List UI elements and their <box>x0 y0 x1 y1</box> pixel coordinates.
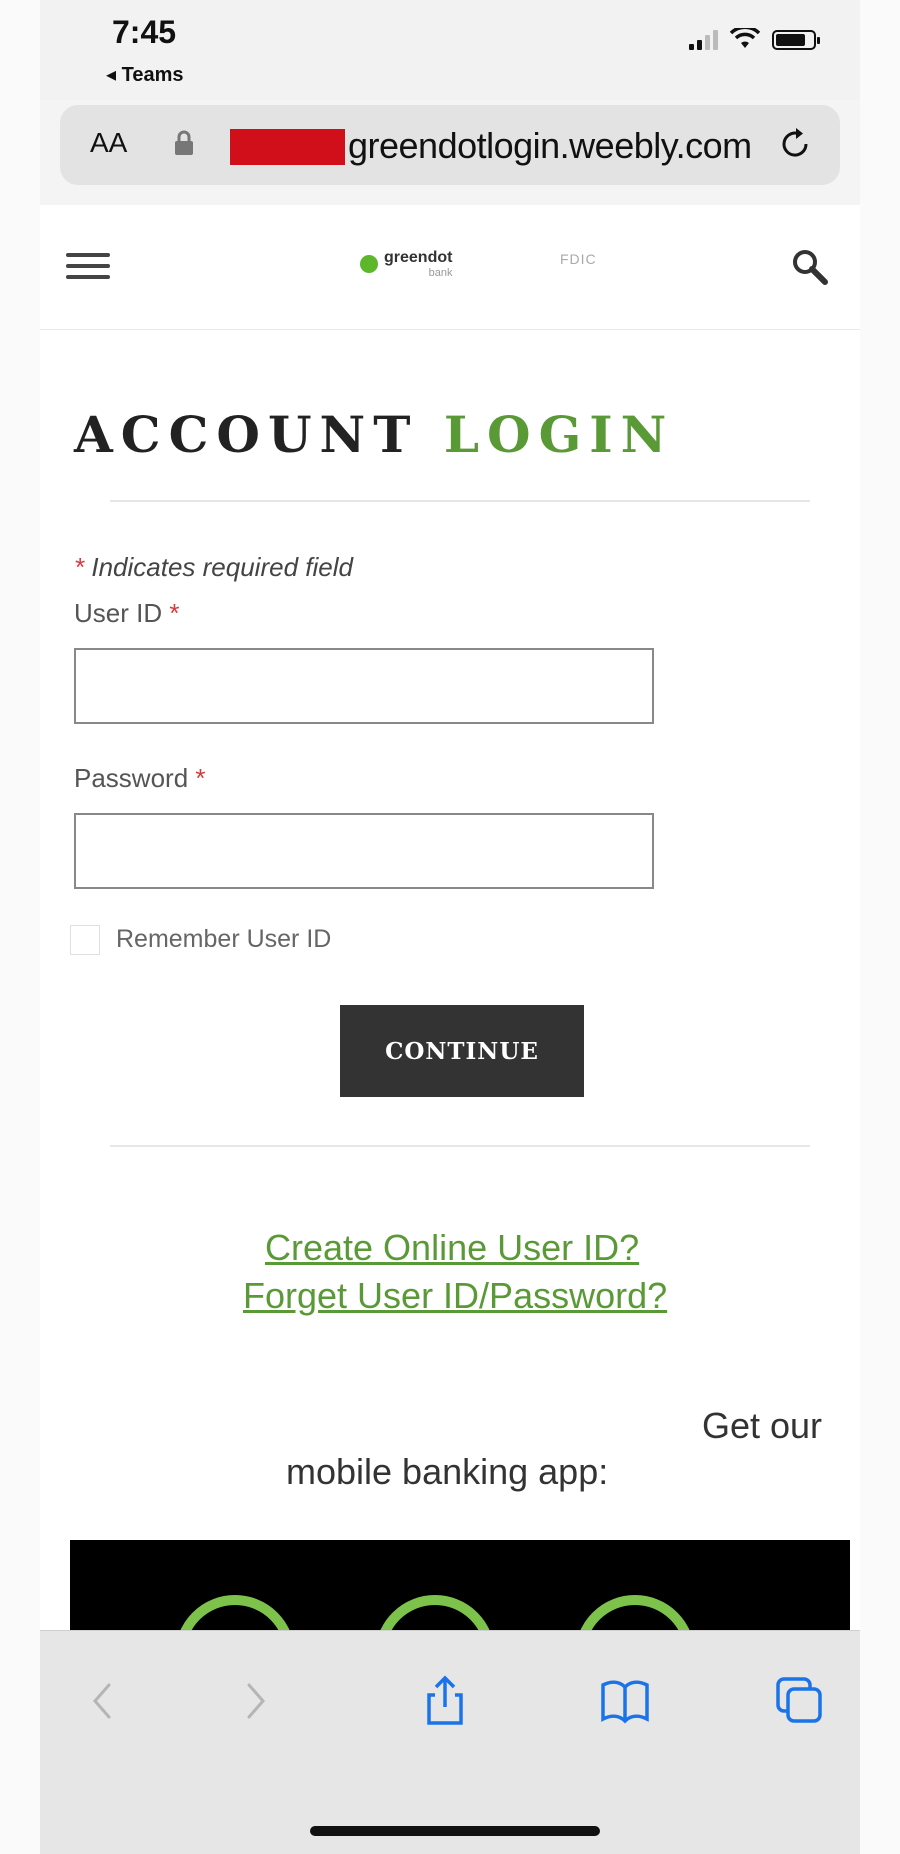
tabs-icon[interactable] <box>770 1671 830 1731</box>
reload-icon[interactable] <box>776 125 814 163</box>
browser-toolbar <box>40 1630 860 1854</box>
bottom-divider <box>110 1145 810 1147</box>
forward-icon[interactable] <box>225 1671 285 1731</box>
title-account: ACCOUNT <box>74 405 419 464</box>
redaction-box <box>230 129 345 165</box>
status-time: 7:45 <box>112 14 177 50</box>
required-note: * Indicates required field <box>74 552 353 583</box>
remember-user-id-label[interactable]: Remember User ID <box>116 925 331 954</box>
user-id-label-text: User ID <box>74 598 163 628</box>
wifi-icon <box>730 28 760 48</box>
edge-right <box>860 0 900 1854</box>
back-icon[interactable] <box>75 1671 135 1731</box>
create-user-id-link[interactable]: Create Online User ID? <box>265 1227 639 1269</box>
logo-subtext: bank <box>428 267 453 279</box>
bookmarks-icon[interactable] <box>595 1671 655 1731</box>
text-size-button[interactable]: AA <box>90 127 127 159</box>
site-header: greendot bank FDIC <box>40 205 860 330</box>
forget-credentials-link[interactable]: Forget User ID/Password? <box>243 1275 667 1317</box>
cellular-signal-icon <box>689 28 718 50</box>
share-icon[interactable] <box>415 1671 475 1731</box>
battery-icon <box>772 30 820 50</box>
url-text[interactable]: greendotlogin.weebly.com <box>348 125 752 167</box>
required-star: * <box>74 552 85 582</box>
required-note-text: Indicates required field <box>84 552 353 582</box>
web-page: greendot bank FDIC ACCOUNT LOGIN * Indic… <box>40 205 860 1650</box>
top-divider <box>110 500 810 502</box>
fdic-badge: FDIC <box>560 251 597 267</box>
menu-icon[interactable] <box>66 253 110 283</box>
phone-screen: 7:45 ◂ Teams AA greendotlogin.weebly.com <box>0 0 900 1854</box>
logo-dot-icon <box>360 255 378 273</box>
remember-user-id-checkbox[interactable] <box>70 925 100 955</box>
logo-text: greendot <box>384 249 453 266</box>
address-bar[interactable]: AA greendotlogin.weebly.com <box>60 105 840 185</box>
page-title: ACCOUNT LOGIN <box>74 405 674 464</box>
back-to-app-link[interactable]: ◂ Teams <box>106 62 183 87</box>
status-bar: 7:45 ◂ Teams <box>40 0 860 100</box>
continue-button[interactable]: CONTINUE <box>340 1005 584 1097</box>
promo-line2: mobile banking app: <box>286 1451 609 1492</box>
home-indicator[interactable] <box>310 1826 600 1836</box>
password-label-text: Password <box>74 763 189 793</box>
edge-left <box>0 0 40 1854</box>
password-required-star: * <box>195 763 206 793</box>
lock-icon <box>175 130 193 155</box>
user-id-input[interactable] <box>74 648 654 724</box>
status-icons <box>689 28 820 50</box>
user-id-label: User ID * <box>74 598 179 629</box>
promo-line1: Get our <box>701 1405 822 1446</box>
password-input[interactable] <box>74 813 654 889</box>
user-id-required-star: * <box>169 598 180 628</box>
search-icon[interactable] <box>790 247 830 287</box>
greendot-logo[interactable]: greendot bank <box>360 249 452 279</box>
title-login: LOGIN <box>443 405 675 464</box>
password-label: Password * <box>74 763 206 794</box>
